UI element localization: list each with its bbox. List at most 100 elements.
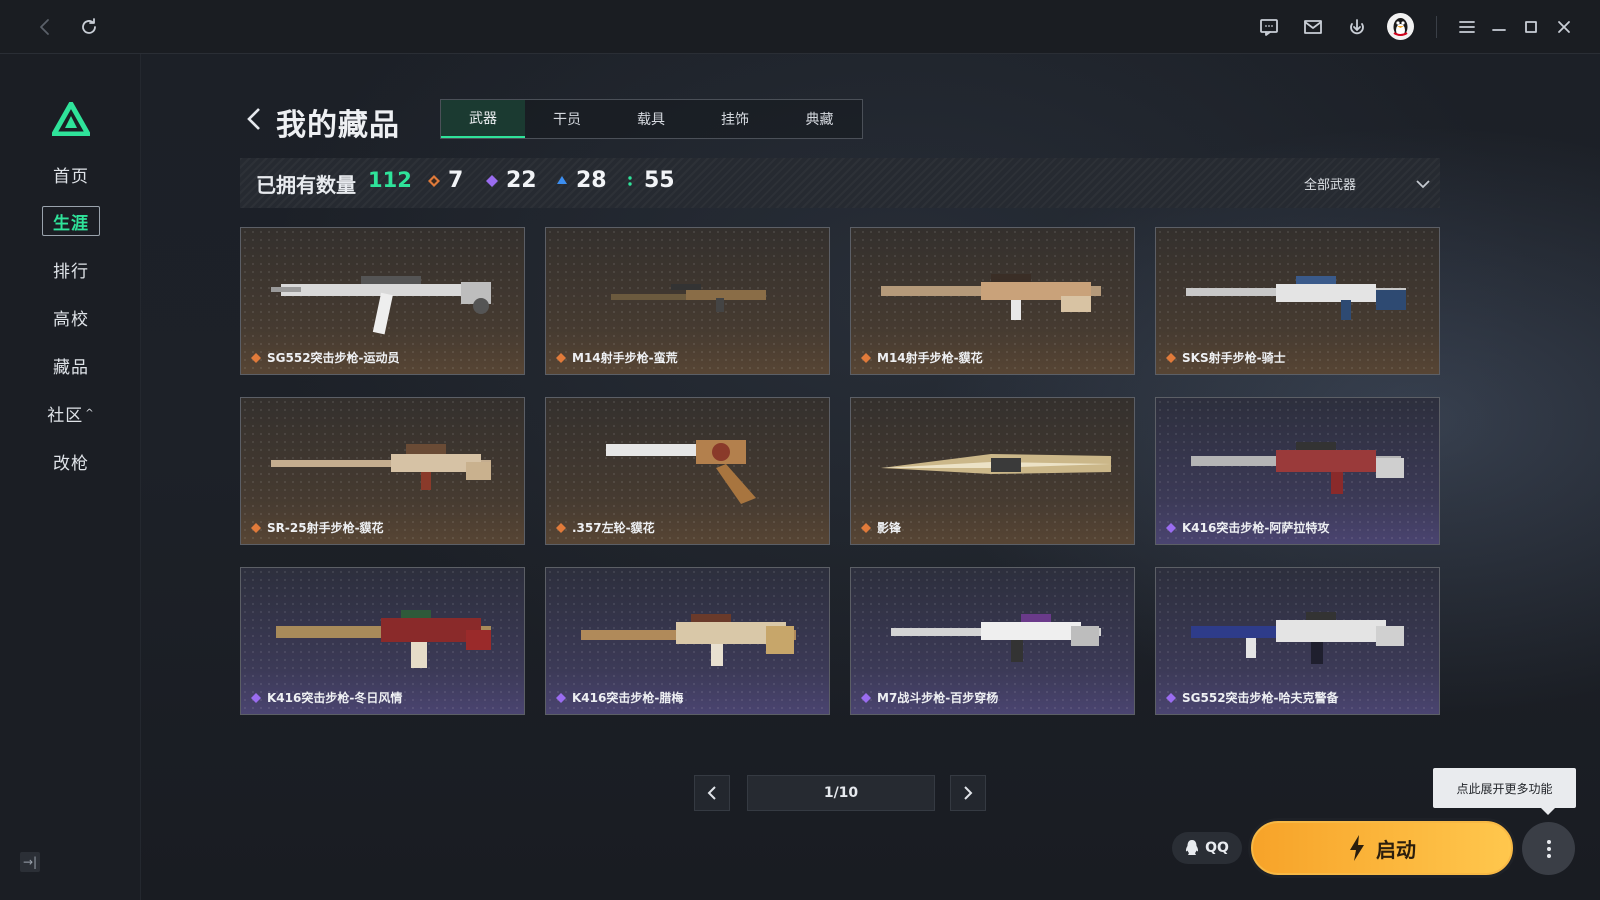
refresh-button[interactable] <box>74 12 104 42</box>
weapon-card[interactable]: M7战斗步枪-百步穿杨 <box>850 567 1135 715</box>
rifle-icon <box>271 444 491 490</box>
tier-count-orange: 7 <box>428 168 463 193</box>
menu-button[interactable] <box>1452 12 1482 42</box>
close-icon <box>1558 21 1570 33</box>
chat-bubble-icon <box>1260 19 1278 36</box>
weapon-name: K416突击步枪-腊梅 <box>556 689 683 706</box>
qq-login-button[interactable]: QQ <box>1172 832 1242 864</box>
sidebar-item-collection[interactable]: 藏品 <box>42 350 100 380</box>
weapon-name: SG552突击步枪-哈夫克警备 <box>1166 689 1339 706</box>
orange-diamond-icon <box>556 522 566 533</box>
weapon-card[interactable]: 影锋 <box>850 397 1135 545</box>
weapon-card[interactable]: SG552突击步枪-哈夫克警备 <box>1155 567 1440 715</box>
weapon-card[interactable]: SR-25射手步枪-貘花 <box>240 397 525 545</box>
weapon-name: SG552突击步枪-运动员 <box>251 349 400 366</box>
weapon-name: M14射手步枪-蛮荒 <box>556 349 678 366</box>
user-avatar[interactable] <box>1387 13 1414 40</box>
weapon-grid: SG552突击步枪-运动员 M14射手步枪-蛮荒 M14射手步枪-貘花 SKS射… <box>240 227 1440 717</box>
minimize-icon <box>1492 29 1506 31</box>
chevron-up-icon: ^ <box>85 407 95 419</box>
purple-diamond-icon <box>556 692 566 703</box>
tab-collectibles[interactable]: 典藏 <box>777 100 862 138</box>
maximize-button[interactable] <box>1516 12 1546 42</box>
refresh-icon <box>82 18 96 34</box>
weapon-name: SKS射手步枪-骑士 <box>1166 349 1286 366</box>
maximize-icon <box>1525 21 1537 33</box>
purple-diamond-icon <box>1166 522 1176 533</box>
mail-button[interactable] <box>1298 12 1328 42</box>
tab-vehicles[interactable]: 载具 <box>609 100 693 138</box>
category-tabs: 武器 干员 载具 挂饰 典藏 <box>440 99 863 139</box>
weapon-name: K416突击步枪-阿萨拉特攻 <box>1166 519 1329 536</box>
weapon-card[interactable]: .357左轮-貘花 <box>545 397 830 545</box>
weapon-name: M7战斗步枪-百步穿杨 <box>861 689 998 706</box>
rifle-icon <box>1191 612 1404 664</box>
download-icon <box>1350 19 1364 35</box>
weapon-card[interactable]: M14射手步枪-蛮荒 <box>545 227 830 375</box>
mail-icon <box>1304 20 1322 34</box>
tab-charms[interactable]: 挂饰 <box>693 100 777 138</box>
rifle-icon <box>611 284 766 312</box>
orange-diamond-icon <box>251 522 261 533</box>
sidebar-item-ranking[interactable]: 排行 <box>42 254 100 284</box>
more-options-button[interactable] <box>1522 822 1575 875</box>
qq-penguin-icon <box>1186 840 1199 855</box>
orange-diamond-icon <box>861 352 871 363</box>
orange-diamond-icon <box>1166 352 1176 363</box>
sidebar-item-university[interactable]: 高校 <box>42 302 100 332</box>
sidebar: 首页 生涯 排行 高校 藏品 社区 ^ 改枪 →| <box>0 54 141 900</box>
orange-diamond-icon <box>861 522 871 533</box>
weapon-filter-dropdown[interactable]: 全部武器 <box>1304 174 1430 193</box>
more-features-tooltip: 点此展开更多功能 <box>1433 768 1576 815</box>
triangle-logo-icon[interactable] <box>52 102 90 136</box>
prev-page-button[interactable] <box>694 775 730 811</box>
tier-count-purple: 22 <box>486 168 537 193</box>
orange-diamond-icon <box>428 174 440 187</box>
weapon-name: 影锋 <box>861 519 901 536</box>
revolver-icon <box>606 440 756 504</box>
rifle-icon <box>1191 442 1404 494</box>
purple-diamond-icon <box>486 174 498 187</box>
page-indicator: 1/10 <box>747 775 935 811</box>
back-nav-button[interactable] <box>30 12 60 42</box>
weapon-card[interactable]: SKS射手步枪-骑士 <box>1155 227 1440 375</box>
rifle-icon <box>881 274 1101 320</box>
sidebar-collapse-button[interactable]: →| <box>20 852 40 872</box>
title-bar <box>0 0 1600 54</box>
page-title: 我的藏品 <box>276 108 400 143</box>
collapse-arrow-icon: →| <box>22 855 38 869</box>
tier-count-green: 55 <box>624 168 675 193</box>
chevron-left-icon <box>707 786 716 800</box>
chat-button[interactable] <box>1254 12 1284 42</box>
orange-diamond-icon <box>251 352 261 363</box>
rifle-icon <box>581 614 796 666</box>
weapon-card[interactable]: M14射手步枪-貘花 <box>850 227 1135 375</box>
weapon-card[interactable]: SG552突击步枪-运动员 <box>240 227 525 375</box>
weapon-card[interactable]: K416突击步枪-冬日风情 <box>240 567 525 715</box>
launch-game-button[interactable]: 启动 <box>1251 821 1513 875</box>
sidebar-item-community[interactable]: 社区 ^ <box>42 398 100 428</box>
purple-diamond-icon <box>1166 692 1176 703</box>
hamburger-menu-icon <box>1459 21 1475 33</box>
close-button[interactable] <box>1549 12 1579 42</box>
sidebar-item-home[interactable]: 首页 <box>42 159 100 189</box>
sidebar-item-gunsmith[interactable]: 改枪 <box>42 446 100 476</box>
sidebar-item-career[interactable]: 生涯 <box>42 206 100 236</box>
chevron-left-icon <box>247 108 260 130</box>
green-dots-icon <box>628 175 632 186</box>
weapon-card[interactable]: K416突击步枪-阿萨拉特攻 <box>1155 397 1440 545</box>
page-back-button[interactable] <box>243 104 265 134</box>
penguin-avatar-icon <box>1393 18 1408 36</box>
tab-weapons[interactable]: 武器 <box>441 100 525 138</box>
minimize-button[interactable] <box>1484 12 1514 42</box>
weapon-name: SR-25射手步枪-貘花 <box>251 519 384 536</box>
chevron-down-icon <box>1416 179 1430 188</box>
weapon-name: M14射手步枪-貘花 <box>861 349 983 366</box>
owned-count-value: 112 <box>368 168 412 192</box>
purple-diamond-icon <box>251 692 261 703</box>
rifle-icon <box>276 610 491 668</box>
download-button[interactable] <box>1342 12 1372 42</box>
tab-operators[interactable]: 干员 <box>525 100 609 138</box>
weapon-card[interactable]: K416突击步枪-腊梅 <box>545 567 830 715</box>
next-page-button[interactable] <box>950 775 986 811</box>
